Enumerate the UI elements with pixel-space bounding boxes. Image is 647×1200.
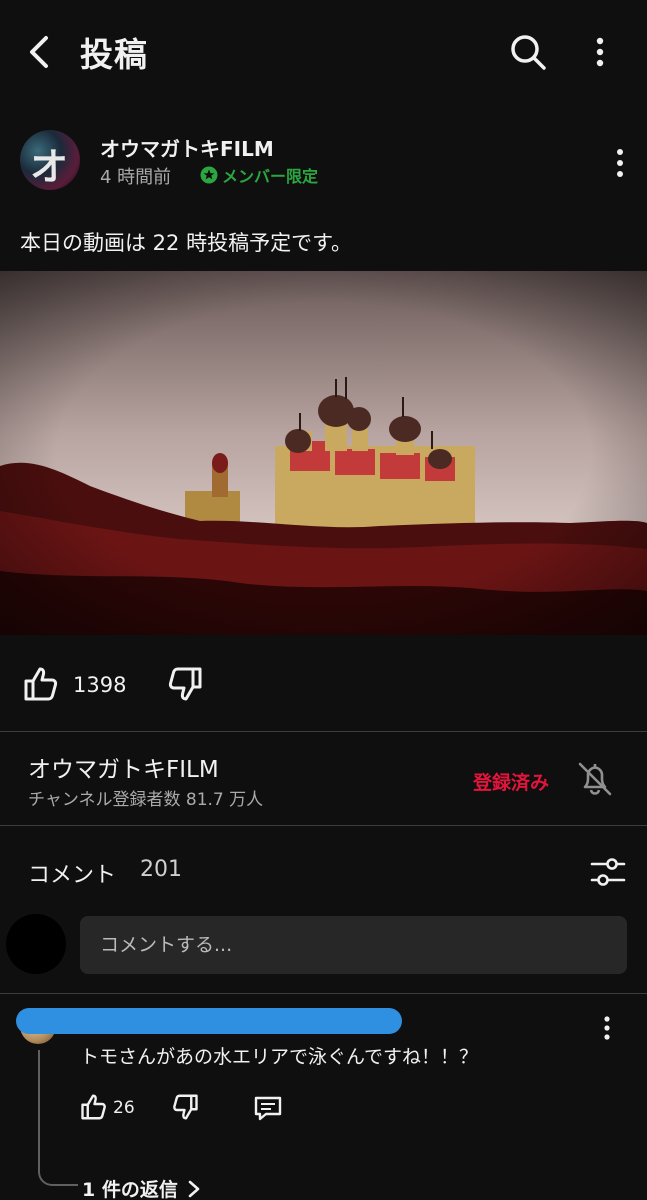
chevron-right-icon xyxy=(188,1180,200,1197)
bell-off-icon[interactable] xyxy=(574,758,616,800)
reply-comment-icon[interactable] xyxy=(253,1093,283,1123)
comments-label: コメント xyxy=(28,863,117,888)
member-badge-label: メンバー限定 xyxy=(222,167,319,186)
redacted-username xyxy=(16,1008,402,1034)
back-arrow-icon[interactable] xyxy=(22,32,58,72)
member-only-badge: メンバー限定 xyxy=(200,163,318,187)
post-time: 4 時間前 xyxy=(100,167,172,188)
replies-label: 1 件の返信 xyxy=(82,1179,178,1200)
view-replies-link[interactable]: 1 件の返信 xyxy=(82,1175,202,1200)
reply-thread-line xyxy=(38,1050,78,1186)
comment-like-icon[interactable] xyxy=(78,1092,108,1122)
divider xyxy=(0,731,647,732)
like-icon[interactable] xyxy=(20,664,60,704)
comment-input[interactable] xyxy=(80,916,627,974)
post-image[interactable] xyxy=(0,271,647,635)
channel-name[interactable]: オウマガトキFILM xyxy=(28,750,219,784)
post-channel-name[interactable]: オウマガトキFILM xyxy=(100,133,274,162)
sort-filter-icon[interactable] xyxy=(588,854,628,890)
post-more-icon[interactable] xyxy=(606,146,634,180)
comment-text: トモさんがあの水エリアで泳ぐんですね！！？ xyxy=(80,1046,479,1068)
comments-count: 201 xyxy=(140,857,182,882)
post-text: 本日の動画は 22 時投稿予定です。 xyxy=(20,231,352,255)
subscriber-count: チャンネル登録者数 81.7 万人 xyxy=(28,790,264,810)
comment-like-count: 26 xyxy=(113,1098,135,1118)
comment-dislike-icon[interactable] xyxy=(171,1092,201,1122)
avatar-logo: オ xyxy=(30,144,69,189)
subscribed-button[interactable]: 登録済み xyxy=(473,768,549,795)
channel-avatar[interactable]: オ xyxy=(20,130,80,190)
dislike-icon[interactable] xyxy=(166,664,206,704)
member-star-icon xyxy=(200,166,218,184)
divider xyxy=(0,993,647,994)
user-avatar xyxy=(6,914,66,974)
divider xyxy=(0,825,647,826)
like-count: 1398 xyxy=(73,673,127,697)
comment-more-icon[interactable] xyxy=(596,1014,618,1044)
search-icon[interactable] xyxy=(506,30,550,74)
more-vert-icon[interactable] xyxy=(586,34,614,70)
page-title: 投稿 xyxy=(80,35,148,74)
